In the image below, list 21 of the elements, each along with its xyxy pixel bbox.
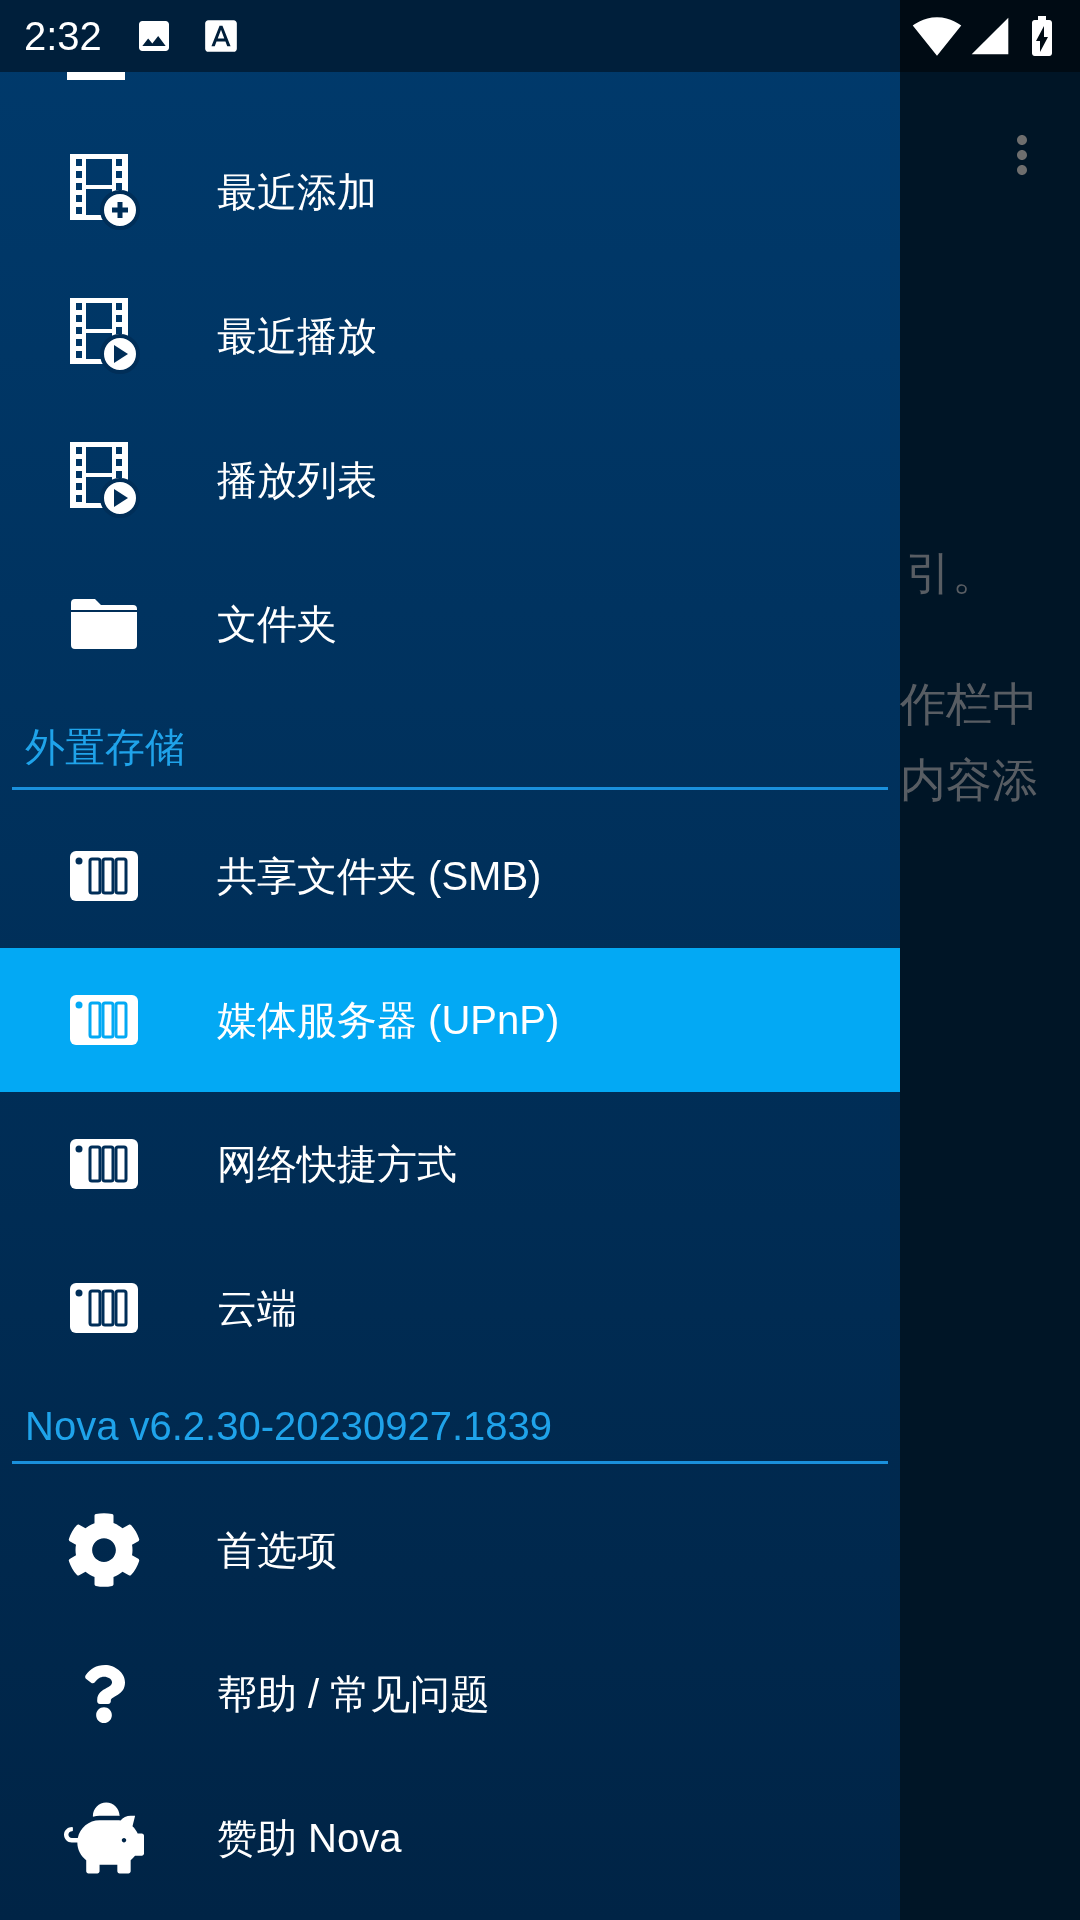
drawer-item[interactable]: 赞助 Nova: [0, 1766, 900, 1910]
drawer-item[interactable]: 最近添加: [0, 120, 900, 264]
server-icon: [69, 851, 138, 901]
drawer-item[interactable]: 文件夹: [0, 552, 900, 696]
background-text: 作栏中: [900, 681, 1039, 727]
section-header: 外置存储: [12, 720, 888, 790]
server-icon: [69, 1139, 138, 1189]
drawer-item[interactable]: 网络快捷方式: [0, 1092, 900, 1236]
background-text: 内容添: [900, 757, 1039, 803]
background-text: 引。: [906, 550, 999, 596]
server-icon: [69, 995, 138, 1045]
status-time: 2:32: [24, 13, 102, 59]
drawer-item[interactable]: 帮助 / 常见问题: [0, 1622, 900, 1766]
drawer-item[interactable]: 播放列表: [0, 408, 900, 552]
drawer-item[interactable]: 共享文件夹 (SMB): [0, 804, 900, 948]
drawer-item[interactable]: 最近播放: [0, 264, 900, 408]
folder-icon: [68, 597, 139, 651]
section-header: Nova v6.2.30-20230927.1839: [12, 1404, 888, 1464]
drawer-item[interactable]: 首选项: [0, 1478, 900, 1622]
drawer-item[interactable]: 云端: [0, 1236, 900, 1380]
server-icon: [69, 1283, 138, 1333]
